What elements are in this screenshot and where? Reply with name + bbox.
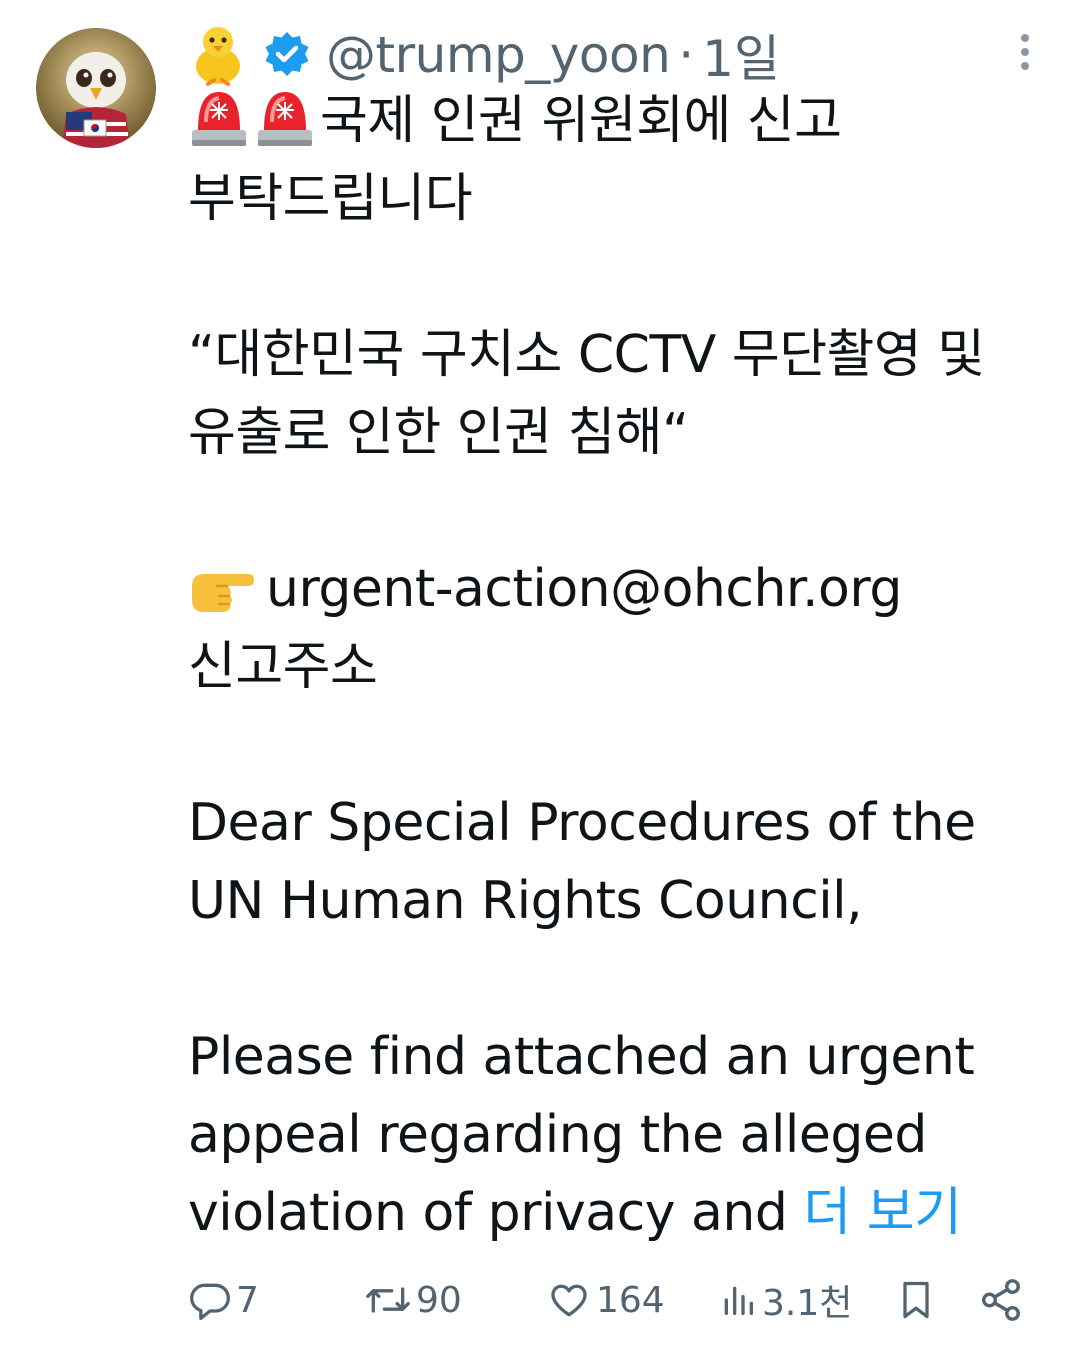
bookmark-icon xyxy=(903,1281,929,1319)
quote-line-2: 유출로 인한 인권 침해“ xyxy=(188,403,689,463)
verified-badge[interactable] xyxy=(262,30,312,80)
text-line-2: 부탁드립니다 xyxy=(188,169,473,229)
text-line-1: 국제 인권 위원회에 신고 xyxy=(320,91,842,151)
text-line: 국제 인권 위원회에 신고 xyxy=(188,82,1048,160)
paragraph1-line-2: UN Human Rights Council, xyxy=(188,871,863,931)
header-separator: · xyxy=(678,26,695,84)
action-bar: 7 90 164 3.1천 xyxy=(188,1272,1038,1328)
chick-emoji xyxy=(196,27,240,86)
pointing-hand-emoji xyxy=(192,574,254,612)
post-time[interactable]: 1일 xyxy=(702,19,780,91)
like-button[interactable]: 164 xyxy=(546,1272,665,1328)
email-address[interactable]: urgent-action@ohchr.org xyxy=(266,559,902,619)
paragraph2-line-1: Please find attached an urgent xyxy=(188,1027,975,1087)
paragraph2-line-3: violation of privacy and 더 보기 xyxy=(188,1174,1048,1252)
share-button[interactable] xyxy=(978,1272,1024,1328)
repost-count: 90 xyxy=(416,1279,462,1321)
avatar[interactable] xyxy=(36,28,156,148)
avatar-eagle xyxy=(36,28,156,148)
paragraph2-line-2: appeal regarding the alleged xyxy=(188,1105,927,1165)
email-line: urgent-action@ohchr.org xyxy=(188,550,1048,628)
views-icon xyxy=(724,1286,753,1315)
paragraph2-line-3-text: violation of privacy and xyxy=(188,1183,788,1243)
quote-line-1: “대한민국 구치소 CCTV 무단촬영 및 xyxy=(188,325,985,385)
email-label: 신고주소 xyxy=(188,637,378,697)
siren-emoji xyxy=(258,92,312,146)
tweet: @trump_yoon · 1일 국제 인권 위원회에 신고 부탁드립니다 “대… xyxy=(0,0,1080,1369)
view-count: 3.1천 xyxy=(762,1283,853,1324)
user-handle[interactable]: @trump_yoon xyxy=(326,26,671,84)
tweet-header: @trump_yoon · 1일 xyxy=(188,20,780,90)
repost-icon xyxy=(366,1287,410,1313)
reply-button[interactable]: 7 xyxy=(188,1272,259,1328)
views-button[interactable]: 3.1천 xyxy=(718,1272,852,1328)
repost-button[interactable]: 90 xyxy=(364,1272,462,1328)
like-icon xyxy=(551,1284,587,1317)
tweet-text: 국제 인권 위원회에 신고 부탁드립니다 “대한민국 구치소 CCTV 무단촬영… xyxy=(188,82,1048,1252)
reply-icon xyxy=(190,1283,230,1320)
siren-emoji xyxy=(192,92,246,146)
bookmark-button[interactable] xyxy=(894,1272,938,1328)
like-count: 164 xyxy=(596,1279,665,1321)
reply-count: 7 xyxy=(236,1279,259,1321)
share-icon xyxy=(982,1279,1020,1321)
paragraph1-line-1: Dear Special Procedures of the xyxy=(188,793,976,853)
more-icon[interactable] xyxy=(1018,34,1032,74)
show-more-link[interactable]: 더 보기 xyxy=(803,1183,962,1243)
